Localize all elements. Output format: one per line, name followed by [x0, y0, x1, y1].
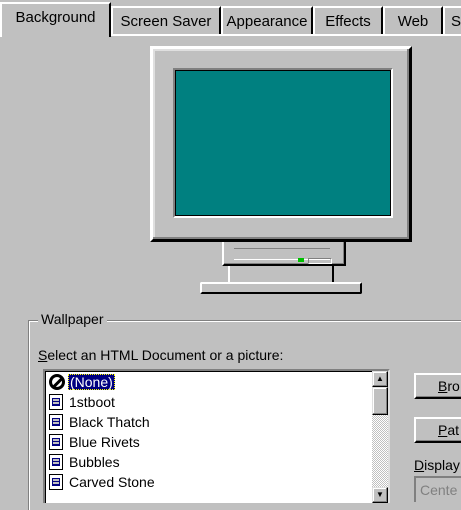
display-accelerator: D: [414, 457, 425, 473]
list-item[interactable]: (None): [49, 372, 115, 392]
power-led-icon: [298, 258, 304, 262]
list-item-label: (None): [68, 374, 115, 390]
pattern-label: at: [447, 422, 460, 438]
display-label: Display: [414, 457, 460, 473]
wallpaper-group-title: Wallpaper: [38, 311, 107, 327]
display-mode-select[interactable]: Cente: [414, 476, 461, 502]
arrow-up-icon: ▲: [376, 374, 384, 383]
document-icon: [49, 454, 63, 470]
list-item-label: Carved Stone: [69, 474, 155, 490]
list-item[interactable]: Black Thatch: [49, 412, 152, 432]
tab-effects[interactable]: Effects: [313, 6, 383, 34]
document-icon: [49, 474, 63, 490]
tab-appearance[interactable]: Appearance: [221, 6, 313, 34]
list-item[interactable]: Blue Rivets: [49, 432, 142, 452]
browse-button[interactable]: Bro: [414, 373, 461, 399]
list-item[interactable]: 1stboot: [49, 392, 117, 412]
monitor-stand: [200, 282, 362, 294]
select-document-label: Select an HTML Document or a picture:: [38, 347, 283, 363]
tab-label: Appearance: [226, 12, 308, 30]
tab-web[interactable]: Web: [383, 6, 443, 34]
tab-strip: Background Screen Saver Appearance Effec…: [0, 0, 461, 37]
list-item-label: Black Thatch: [69, 414, 150, 430]
browse-label: ro: [447, 378, 460, 394]
tab-label: S: [451, 12, 461, 30]
document-icon: [49, 414, 63, 430]
document-icon: [49, 394, 63, 410]
power-slot: [308, 258, 332, 264]
listbox-scrollbar[interactable]: ▲ ▼: [372, 371, 388, 503]
tab-screen-saver[interactable]: Screen Saver: [111, 6, 221, 34]
list-item-label: Bubbles: [69, 454, 120, 470]
pattern-accelerator: P: [438, 422, 448, 438]
scroll-thumb[interactable]: [372, 387, 388, 415]
list-item-label: Blue Rivets: [69, 434, 140, 450]
tab-label: Background: [15, 9, 96, 26]
tab-background[interactable]: Background: [0, 2, 111, 37]
arrow-down-icon: ▼: [376, 490, 384, 499]
select-label-accelerator: S: [38, 347, 48, 363]
tab-label: Web: [397, 12, 429, 30]
list-item[interactable]: Carved Stone: [49, 472, 157, 492]
list-item-label: 1stboot: [69, 394, 115, 410]
desktop-preview-screen: [173, 68, 393, 218]
scroll-down-button[interactable]: ▼: [372, 487, 388, 503]
browse-accelerator: B: [438, 378, 448, 394]
tab-label: Effects: [325, 12, 371, 30]
display-label-text: isplay: [424, 457, 460, 473]
tab-settings[interactable]: S: [443, 6, 461, 34]
document-icon: [49, 434, 63, 450]
pattern-button[interactable]: Pat: [414, 417, 461, 443]
wallpaper-listbox[interactable]: (None) 1stboot Black Thatch Blue Rivets …: [43, 369, 390, 503]
select-label-text: elect an HTML Document or a picture:: [47, 347, 284, 363]
list-item[interactable]: Bubbles: [49, 452, 122, 472]
tab-label: Screen Saver: [120, 12, 212, 30]
none-icon: [49, 374, 65, 390]
scroll-up-button[interactable]: ▲: [372, 371, 388, 387]
